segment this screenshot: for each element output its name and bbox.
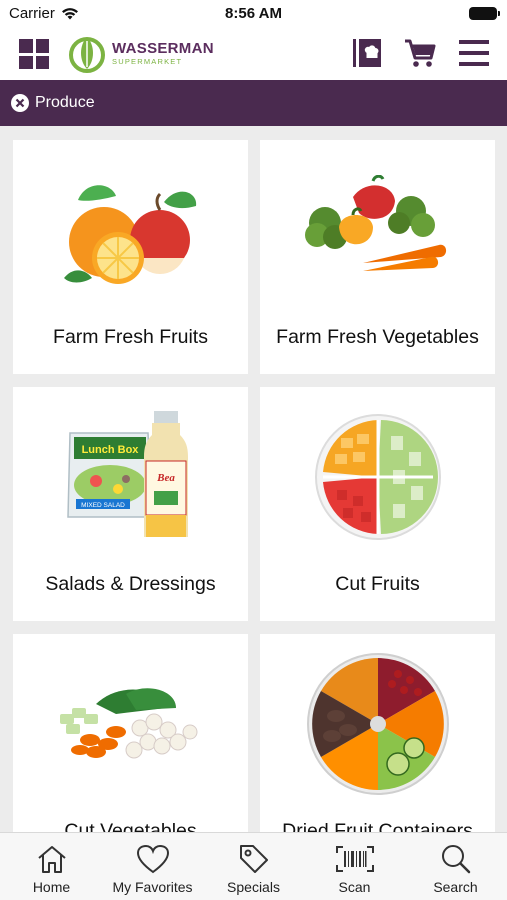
salad-dressing-photo: Lunch Box MIXED SALAD Bea — [13, 387, 248, 567]
leaf-logo-icon — [69, 37, 105, 73]
category-card-cut-fruits[interactable]: Cut Fruits — [260, 387, 495, 621]
cut-fruit-tray-photo — [260, 387, 495, 567]
dressing-label: Bea — [156, 472, 175, 484]
category-label: Cut Vegetables — [64, 820, 197, 832]
battery-icon — [469, 7, 500, 20]
filter-label: Produce — [35, 94, 95, 111]
category-grid: Farm Fresh Fruits Farm Fresh Vegetables — [0, 126, 507, 832]
recipe-book-button[interactable] — [350, 36, 384, 70]
recipe-book-icon — [353, 39, 381, 67]
dried-fruit-tray-photo — [260, 634, 495, 814]
tab-label: Specials — [227, 879, 280, 895]
grid-cell — [19, 55, 33, 69]
category-label: Dried Fruit Containers — [282, 820, 473, 832]
store-logo[interactable]: WASSERMAN SUPERMARKET — [67, 33, 214, 73]
close-circle-icon[interactable] — [11, 94, 29, 112]
logo-subtitle: SUPERMARKET — [112, 56, 183, 66]
tab-specials[interactable]: Specials — [203, 833, 304, 900]
produce-filter-chip[interactable]: Produce — [11, 94, 95, 112]
cut-vegetables-photo — [13, 634, 248, 814]
salad-tag-label: MIXED SALAD — [81, 502, 125, 509]
tag-icon — [239, 845, 268, 873]
category-label: Farm Fresh Vegetables — [276, 326, 479, 348]
grid-cell — [35, 39, 49, 53]
grid-cell — [19, 39, 33, 53]
tab-label: Home — [32, 879, 71, 895]
category-card-salads[interactable]: Lunch Box MIXED SALAD Bea Salads & Dress… — [13, 387, 248, 621]
tab-label: Search — [433, 879, 478, 895]
fruits-photo — [13, 140, 248, 320]
cart-button[interactable] — [403, 36, 437, 70]
category-card-fruits[interactable]: Farm Fresh Fruits — [13, 140, 248, 374]
category-card-vegetables[interactable]: Farm Fresh Vegetables — [260, 140, 495, 374]
tab-label: My Favorites — [112, 879, 193, 895]
menu-button[interactable] — [457, 36, 491, 70]
tab-home[interactable]: Home — [1, 833, 102, 900]
grid-cell — [35, 55, 49, 69]
search-icon — [441, 845, 470, 874]
bottom-tab-bar: Home My Favorites Specials Scan Search — [0, 832, 507, 900]
barcode-icon — [335, 846, 374, 872]
app-header: WASSERMAN SUPERMARKET — [0, 28, 507, 80]
logo-name: WASSERMAN — [112, 39, 214, 57]
home-icon — [37, 846, 66, 873]
category-card-dried-fruit[interactable]: Dried Fruit Containers — [260, 634, 495, 832]
tab-scan[interactable]: Scan — [304, 833, 405, 900]
clock: 8:56 AM — [225, 5, 282, 22]
status-bar: Carrier 8:56 AM — [0, 0, 507, 28]
grid-icon[interactable] — [19, 39, 49, 69]
cart-icon — [405, 39, 436, 67]
category-label: Farm Fresh Fruits — [53, 326, 208, 348]
tab-favorites[interactable]: My Favorites — [102, 833, 203, 900]
heart-icon — [136, 844, 169, 874]
tab-search[interactable]: Search — [405, 833, 506, 900]
tab-label: Scan — [338, 879, 371, 895]
lunch-box-label: Lunch Box — [81, 444, 139, 456]
filter-bar: Produce — [0, 80, 507, 126]
category-label: Salads & Dressings — [45, 573, 216, 595]
vegetables-photo — [260, 140, 495, 320]
category-label: Cut Fruits — [335, 573, 420, 595]
menu-icon — [459, 40, 489, 66]
category-card-cut-vegetables[interactable]: Cut Vegetables — [13, 634, 248, 832]
